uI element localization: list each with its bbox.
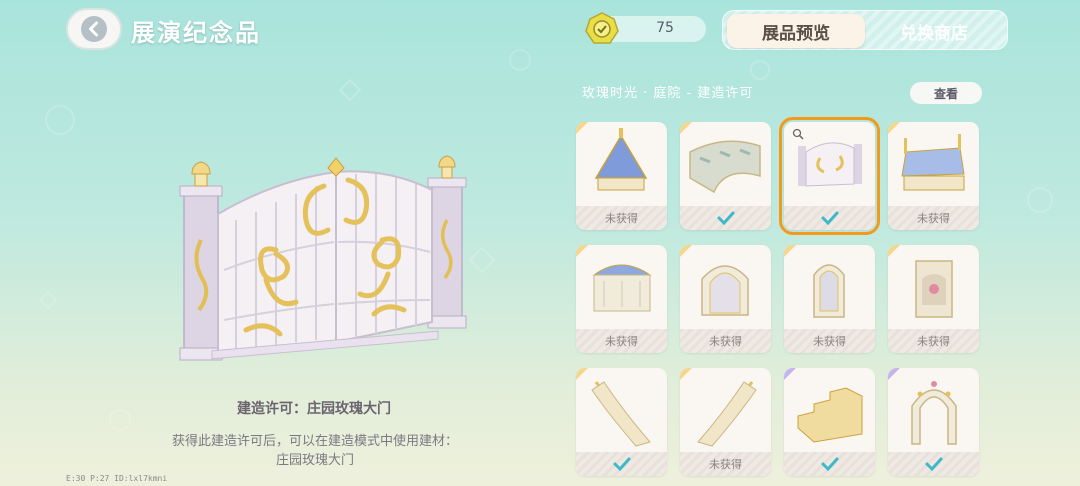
status-label: 未获得 bbox=[888, 206, 979, 230]
status-label bbox=[888, 452, 979, 476]
item-card-arched-mirror[interactable]: 未获得 bbox=[784, 245, 875, 353]
status-label bbox=[680, 206, 771, 230]
view-button[interactable]: 查看 bbox=[910, 82, 982, 104]
domed-cabinet-icon bbox=[592, 264, 652, 312]
tab-bar: 展品预览 兑换商店 bbox=[722, 10, 1008, 50]
item-card-rose-arch[interactable] bbox=[888, 368, 979, 476]
currency-display: 75 bbox=[585, 12, 706, 44]
item-card-curved-staircase-right[interactable]: 未获得 bbox=[680, 368, 771, 476]
item-card-garden-floor[interactable] bbox=[680, 122, 771, 230]
rarity-corner bbox=[888, 368, 900, 380]
item-name: 建造许可：庄园玫瑰大门 bbox=[237, 401, 391, 417]
rarity-corner bbox=[680, 368, 692, 380]
golden-steps-icon bbox=[797, 387, 863, 443]
item-card-rose-gate[interactable] bbox=[779, 117, 880, 235]
item-card-domed-cabinet[interactable]: 未获得 bbox=[576, 245, 667, 353]
curved-staircase-left-icon bbox=[591, 381, 651, 447]
rarity-corner bbox=[576, 368, 588, 380]
currency-value: 75 bbox=[656, 20, 674, 36]
rarity-corner bbox=[576, 122, 588, 134]
status-label bbox=[576, 452, 667, 476]
status-label: 未获得 bbox=[576, 206, 667, 230]
item-card-rose-niche-pillar[interactable]: 未获得 bbox=[888, 245, 979, 353]
checkmark-icon bbox=[821, 211, 838, 225]
rarity-corner bbox=[784, 368, 796, 380]
status-label: 未获得 bbox=[888, 329, 979, 353]
status-label: 未获得 bbox=[784, 329, 875, 353]
item-description-line1: 获得此建造许可后，可以在建造模式中使用建材： bbox=[171, 434, 458, 449]
blue-canopy-bed-icon bbox=[901, 134, 965, 191]
item-description: 获得此建造许可后，可以在建造模式中使用建材： 庄园玫瑰大门 bbox=[130, 432, 500, 470]
status-label: 未获得 bbox=[680, 329, 771, 353]
status-label bbox=[784, 206, 875, 230]
rose-niche-pillar-icon bbox=[915, 260, 953, 318]
rarity-corner bbox=[784, 245, 796, 257]
item-card-arched-window-wall[interactable]: 未获得 bbox=[680, 245, 771, 353]
debug-info: E:30 P:27 ID:lxl7kmni bbox=[66, 474, 168, 483]
chevron-left-icon bbox=[81, 16, 107, 42]
item-card-blue-canopy-bed[interactable]: 未获得 bbox=[888, 122, 979, 230]
tab-exchange-shop[interactable]: 兑换商店 bbox=[865, 14, 1003, 48]
page-title: 展演纪念品 bbox=[131, 19, 261, 47]
item-card-golden-steps[interactable] bbox=[784, 368, 875, 476]
arched-mirror-icon bbox=[813, 264, 845, 318]
rarity-corner bbox=[680, 122, 692, 134]
item-description-line2: 庄园玫瑰大门 bbox=[275, 453, 354, 468]
status-label bbox=[784, 452, 875, 476]
rose-gate-preview-image bbox=[179, 155, 467, 361]
rarity-corner bbox=[888, 122, 900, 134]
arched-window-wall-icon bbox=[701, 265, 749, 316]
back-button[interactable] bbox=[66, 8, 122, 50]
item-card-curved-staircase-left[interactable] bbox=[576, 368, 667, 476]
curved-staircase-right-icon bbox=[697, 381, 757, 447]
rose-arch-icon bbox=[911, 381, 957, 445]
coin-icon bbox=[585, 12, 619, 44]
item-card-pavilion-roof[interactable]: 未获得 bbox=[576, 122, 667, 230]
checkmark-icon bbox=[925, 457, 942, 471]
status-label: 未获得 bbox=[576, 329, 667, 353]
pavilion-roof-icon bbox=[594, 128, 648, 191]
rarity-corner bbox=[576, 245, 588, 257]
tab-exhibit-preview[interactable]: 展品预览 bbox=[727, 14, 865, 48]
checkmark-icon bbox=[821, 457, 838, 471]
rarity-corner bbox=[680, 245, 692, 257]
checkmark-icon bbox=[717, 211, 734, 225]
rarity-corner bbox=[888, 245, 900, 257]
collection-title: 玫瑰时光 · 庭院 - 建造许可 bbox=[582, 86, 754, 101]
checkmark-icon bbox=[613, 457, 630, 471]
magnifier-icon bbox=[792, 128, 804, 140]
status-label: 未获得 bbox=[680, 452, 771, 476]
garden-floor-icon bbox=[689, 140, 761, 194]
